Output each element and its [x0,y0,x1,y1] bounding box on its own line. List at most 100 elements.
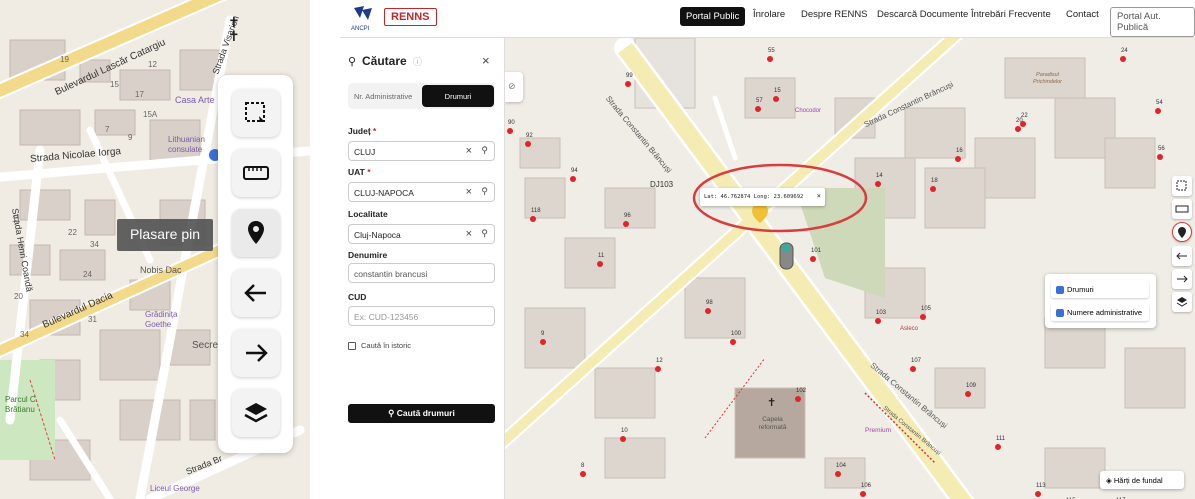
judet-label: Județ * [348,126,377,136]
denumire-field[interactable]: constantin brancusi [348,263,495,283]
hide-panel-toggle[interactable]: ⊘ [505,72,523,102]
denumire-label: Denumire [348,250,388,260]
house-pin[interactable] [965,391,971,397]
clear-icon[interactable]: × [466,186,472,198]
house-pin[interactable] [580,471,586,477]
close-popup-icon[interactable]: × [817,192,821,200]
layer-panel: Drumuri Numere administrative [1045,274,1156,328]
house-pin[interactable] [623,221,629,227]
house-number-label: 105 [921,306,932,312]
numere-checkbox[interactable] [1056,309,1064,318]
nav-contact[interactable]: Contact [1066,9,1099,20]
mini-select-button[interactable] [1172,176,1192,196]
layers-button[interactable] [232,389,280,437]
nav-documente[interactable]: Descarcă Documente [877,9,968,20]
mini-back-button[interactable] [1172,246,1192,266]
house-pin[interactable] [930,186,936,192]
house-pin[interactable] [875,318,881,324]
house-pin[interactable] [767,56,773,62]
main-map[interactable]: Strada Constantin Brâncuși Strada Consta… [505,38,1195,499]
house-pin[interactable] [860,491,866,497]
house-number-label: 15 [774,88,781,94]
mini-pin-button[interactable] [1172,222,1192,242]
search-roads-button[interactable]: ⚲ Caută drumuri [348,404,495,423]
nav-inrolare[interactable]: Înrolare [753,9,785,20]
pin-icon [248,221,264,244]
place-pin-button[interactable] [232,209,280,257]
basemap-icon: ◈ [1106,476,1112,485]
house-pin[interactable] [1015,126,1021,132]
house-number-label: 55 [768,48,775,54]
house-pin[interactable] [620,436,626,442]
arrow-left-icon [244,284,266,302]
house-pin[interactable] [875,181,881,187]
tab-drumuri[interactable]: Drumuri [422,85,494,107]
poi-chocodor: Chocodor [795,108,822,114]
house-pin[interactable] [1157,154,1163,160]
house-pin[interactable] [507,128,513,134]
house-pin[interactable] [920,314,926,320]
nav-intrebari[interactable]: Întrebări Frecvente [971,9,1051,20]
coords-popup: Lat: 46.762874 Long: 23.609692 × [700,188,825,206]
house-pin[interactable] [705,308,711,314]
mini-layers-button[interactable] [1172,292,1192,312]
nav-portal-aut[interactable]: Portal Aut. Publică [1110,7,1195,37]
house-pin[interactable] [795,396,801,402]
left-house-number: 19 [60,55,69,64]
house-pin[interactable] [773,96,779,102]
house-pin[interactable] [955,156,961,162]
judet-field[interactable]: CLUJ × ⚲ [348,141,495,161]
nav-portal-public[interactable]: Portal Public [680,7,746,26]
house-pin[interactable] [995,444,1001,450]
forward-button[interactable] [232,329,280,377]
left-house-number: 34 [90,240,99,249]
uat-field[interactable]: CLUJ-NAPOCA × ⚲ [348,182,495,202]
house-pin[interactable] [1120,56,1126,62]
clear-icon[interactable]: × [466,228,472,240]
cud-label: CUD [348,292,367,302]
basemap-button[interactable]: ◈ Hărți de fundal [1100,471,1184,489]
search-small-icon[interactable]: ⚲ [481,145,488,156]
pin-tooltip: Plasare pin [117,219,213,251]
house-pin[interactable] [540,339,546,345]
cud-field[interactable]: Ex: CUD-123456 [348,306,495,326]
nav-despre[interactable]: Despre RENNS [801,9,868,20]
search-tabs: Nr. Administrative Drumuri [348,83,495,109]
house-pin[interactable] [1035,491,1041,497]
house-number-label: 94 [571,168,578,174]
search-small-icon[interactable]: ⚲ [481,228,488,239]
house-pin[interactable] [530,216,536,222]
select-area-button[interactable] [232,89,280,137]
back-button[interactable] [232,269,280,317]
mini-forward-button[interactable] [1172,269,1192,289]
poi-lithuanian: Lithuanian consulate [168,135,205,154]
house-pin[interactable] [625,81,631,87]
left-house-number: 20 [14,292,23,301]
house-pin[interactable] [570,176,576,182]
house-pin[interactable] [730,339,736,345]
left-house-number: 24 [83,270,92,279]
mini-ruler-button[interactable] [1172,199,1192,219]
house-pin[interactable] [525,141,531,147]
search-small-icon[interactable]: ⚲ [481,186,488,197]
select-area-icon [245,102,265,122]
localitate-field[interactable]: Cluj-Napoca × ⚲ [348,224,495,244]
house-pin[interactable] [597,261,603,267]
layer-drumuri[interactable]: Drumuri [1051,280,1149,298]
house-pin[interactable] [910,366,916,372]
istoric-checkbox[interactable] [348,342,356,350]
numere-label: Numere administrative [1067,308,1143,317]
renns-logo[interactable]: RENNS [384,8,437,26]
house-pin[interactable] [755,106,761,112]
ruler-button[interactable] [232,149,280,197]
house-pin[interactable] [1155,108,1161,114]
arrow-right-icon [246,344,268,362]
house-pin[interactable] [810,256,816,262]
layer-numere[interactable]: Numere administrative [1051,303,1149,321]
house-pin[interactable] [835,471,841,477]
tab-nr-administrative[interactable]: Nr. Administrative [354,92,412,101]
house-pin[interactable] [655,366,661,372]
drumuri-checkbox[interactable] [1056,286,1064,295]
close-icon[interactable]: × [482,53,490,68]
clear-icon[interactable]: × [466,145,472,157]
